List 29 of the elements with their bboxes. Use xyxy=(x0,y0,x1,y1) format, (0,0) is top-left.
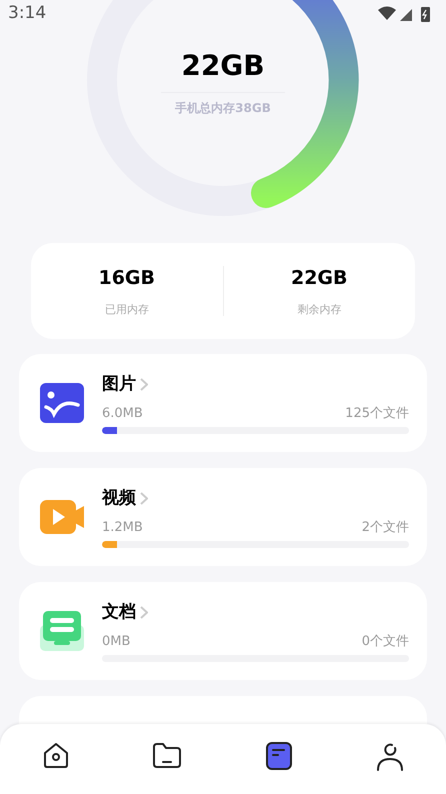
category-name: 文档 xyxy=(102,601,136,624)
folder-icon xyxy=(152,741,182,769)
user-icon xyxy=(375,741,406,771)
file-count: 2个文件 xyxy=(362,518,409,536)
storage-label: 剩余内存 xyxy=(297,302,342,318)
category-size: 1.2MB xyxy=(102,518,143,536)
category-card[interactable]: 图片 6.0MB 125个文件 xyxy=(19,354,427,452)
storage-label: 已用内存 xyxy=(104,302,149,318)
chevron-right-icon xyxy=(140,492,148,506)
file-count: 125个文件 xyxy=(345,404,409,422)
chevron-right-icon xyxy=(140,606,148,620)
category-name: 图片 xyxy=(102,373,136,396)
storage-value: 16GB xyxy=(98,266,156,290)
category-name: 视频 xyxy=(102,487,136,510)
category-size: 0MB xyxy=(102,632,130,650)
total-storage: 手机总内存38GB xyxy=(175,100,271,117)
picture-icon xyxy=(40,383,84,423)
document-icon xyxy=(264,741,293,771)
remaining-storage: 22GB xyxy=(181,48,265,84)
document-icon xyxy=(40,611,84,651)
category-size: 6.0MB xyxy=(102,404,143,422)
status-time: 3:14 xyxy=(8,2,46,26)
chevron-right-icon xyxy=(140,378,148,392)
category-card[interactable]: 文档 0MB 0个文件 xyxy=(19,582,427,680)
file-count: 0个文件 xyxy=(362,632,409,650)
storage-value: 22GB xyxy=(290,266,348,290)
home-icon xyxy=(42,741,70,769)
video-camera-icon xyxy=(40,500,84,534)
category-card[interactable]: 视频 1.2MB 2个文件 xyxy=(19,468,427,566)
